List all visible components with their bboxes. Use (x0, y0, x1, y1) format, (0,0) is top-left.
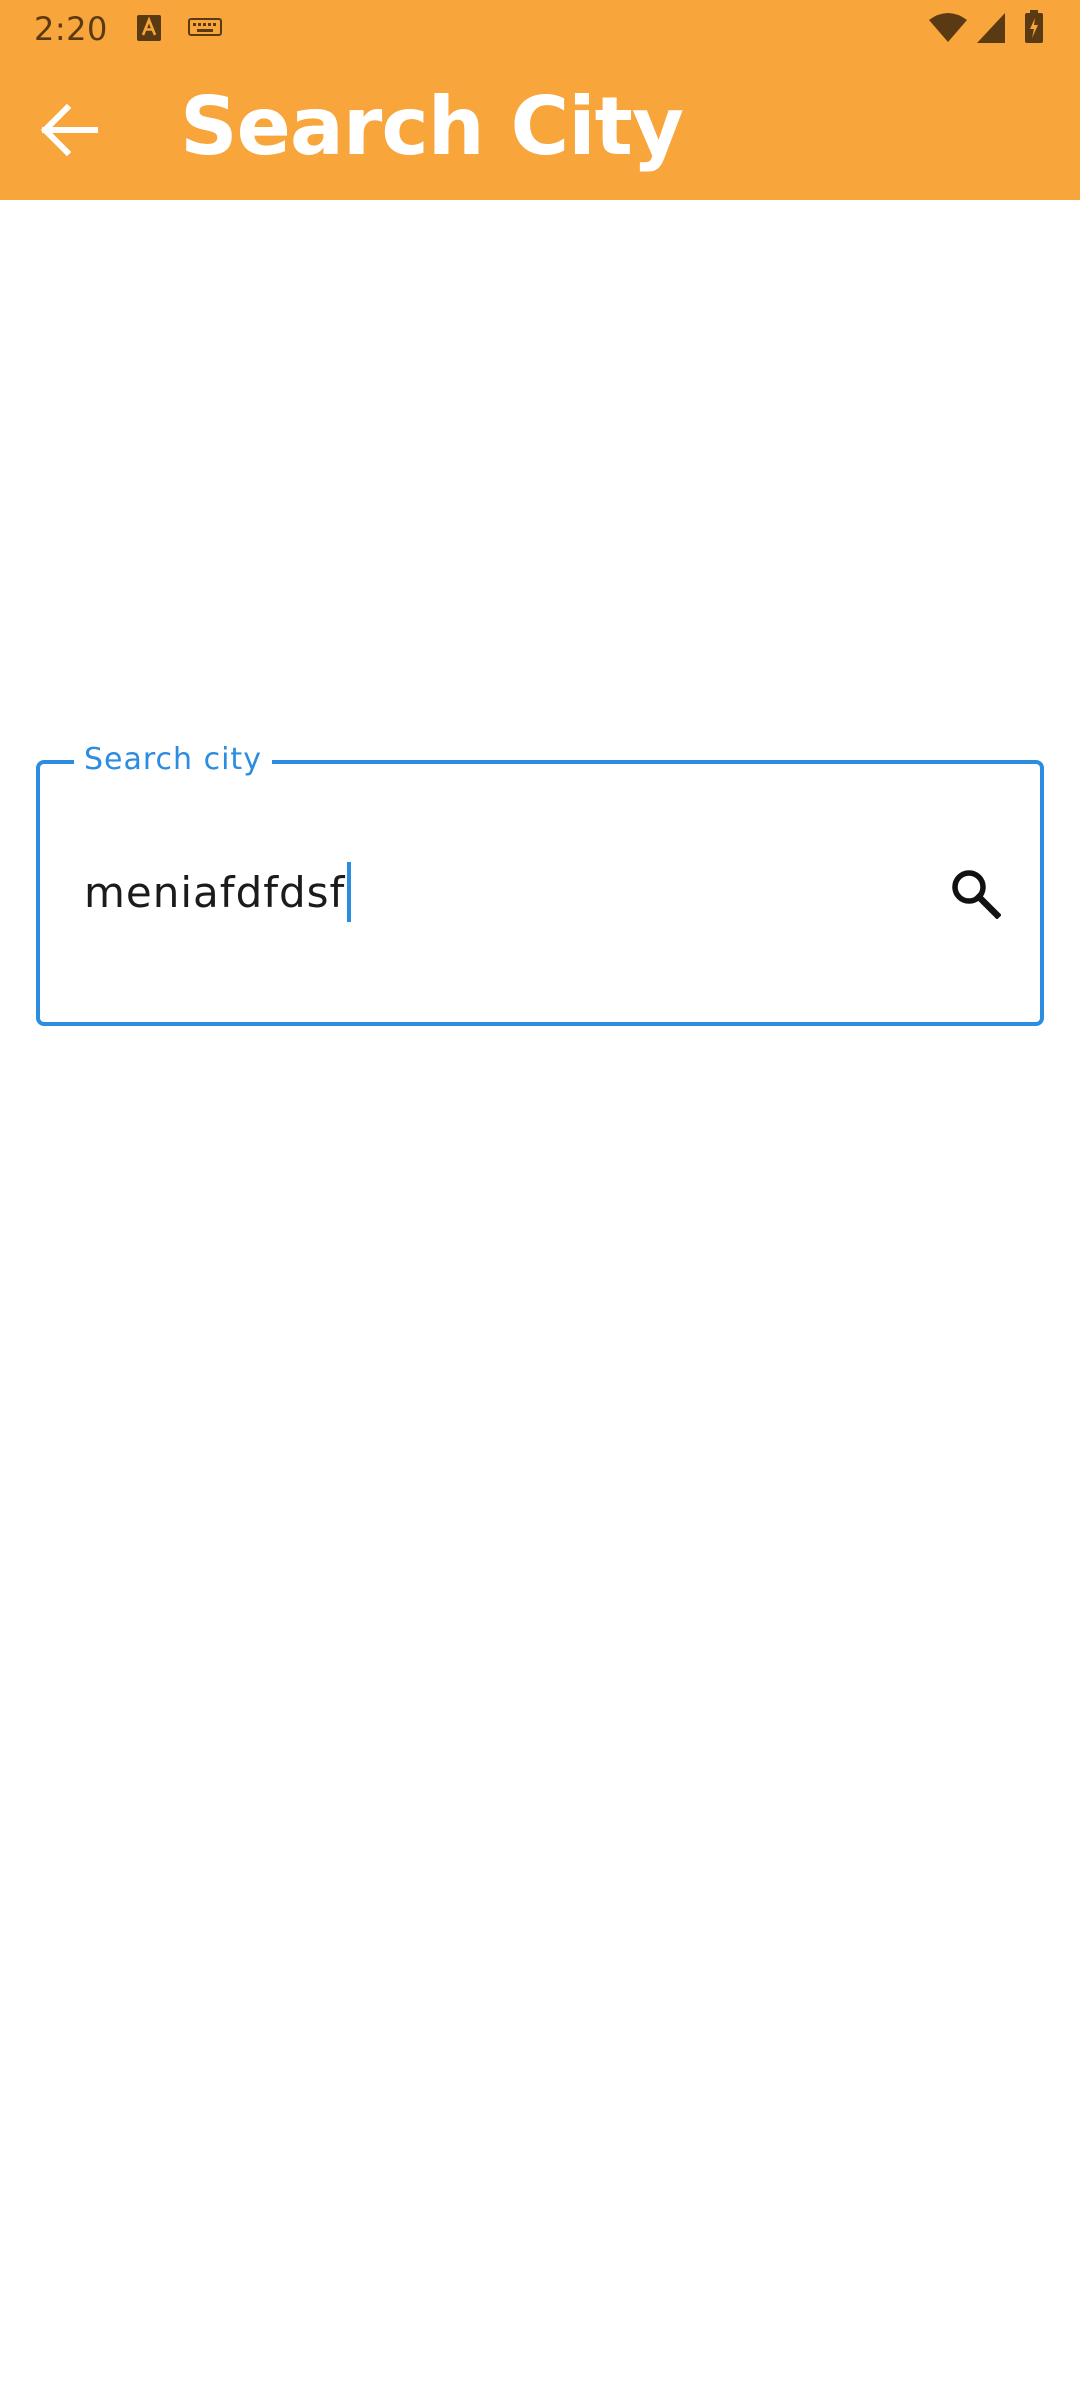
cell-signal-icon (976, 12, 1006, 49)
text-cursor (347, 862, 352, 922)
search-field-label: Search city (74, 740, 272, 780)
search-city-field[interactable]: Search city meniafdfdsf (36, 740, 1044, 1026)
wifi-icon (928, 12, 968, 49)
back-button[interactable] (24, 92, 114, 172)
search-icon (949, 867, 1002, 924)
page-title: Search City (180, 80, 684, 173)
text-a-notification-icon (136, 14, 162, 47)
search-input[interactable]: meniafdfdsf (84, 860, 352, 924)
app-bar: 2:20 Search City (0, 0, 1080, 200)
status-bar: 2:20 (0, 0, 1080, 60)
keyboard-icon (188, 18, 222, 43)
arrow-back-icon (37, 98, 101, 167)
battery-charging-icon (1024, 10, 1044, 49)
toolbar: Search City (0, 60, 1080, 200)
search-input-value: meniafdfdsf (84, 867, 346, 917)
search-button[interactable] (940, 860, 1010, 930)
screen: 2:20 Search City Search city meniafdfdsf (0, 0, 1080, 2408)
status-time: 2:20 (34, 10, 108, 48)
